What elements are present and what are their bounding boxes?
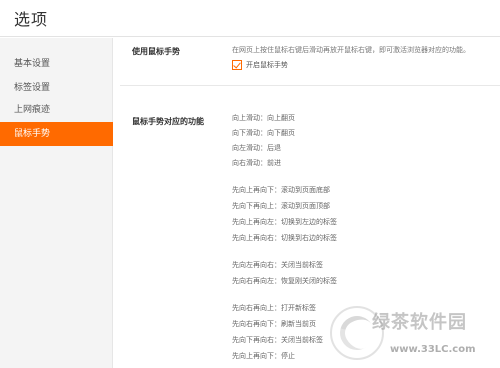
section-divider <box>120 85 500 86</box>
gesture-item: 先向上再向右：切换到右边的标签 <box>232 234 337 242</box>
page-title: 选项 <box>14 10 49 29</box>
gesture-item: 先向上再向下：停止 <box>232 352 295 360</box>
gesture-item: 向下滑动：向下翻页 <box>232 129 295 137</box>
gesture-item: 先向上再向下：滚动到页面底部 <box>232 186 330 194</box>
gesture-description: 在网页上按住鼠标右键后滑动再放开鼠标右键，即可激活浏览器对应的功能。 <box>232 46 470 54</box>
sidebar-item-history[interactable]: 上网痕迹 <box>0 98 113 122</box>
gesture-item: 向右滑动：前进 <box>232 159 281 167</box>
gesture-item: 先向右再向左：恢复刚关闭的标签 <box>232 277 337 285</box>
sidebar-item-mouse-gesture[interactable]: 鼠标手势 <box>0 122 113 146</box>
gesture-item: 先向右再向下：刷新当前页 <box>232 320 316 328</box>
enable-gesture-checkbox[interactable] <box>232 60 242 70</box>
gesture-item: 先向下再向右：关闭当前标签 <box>232 336 323 344</box>
sidebar-item-tabs[interactable]: 标签设置 <box>0 76 113 100</box>
gesture-item: 先向上再向左：切换到左边的标签 <box>232 218 337 226</box>
sidebar-item-basic[interactable]: 基本设置 <box>0 52 113 76</box>
sidebar: 基本设置 标签设置 上网痕迹 鼠标手势 <box>0 38 113 368</box>
gesture-item: 先向左再向右：关闭当前标签 <box>232 261 323 269</box>
gesture-item: 先向右再向上：打开新标签 <box>232 304 316 312</box>
gesture-item: 先向下再向上：滚动到页面顶部 <box>232 202 330 210</box>
section-label-use-gesture: 使用鼠标手势 <box>132 47 180 56</box>
enable-gesture-label[interactable]: 开启鼠标手势 <box>246 60 288 70</box>
gesture-item: 向左滑动：后退 <box>232 144 281 152</box>
settings-panel: 使用鼠标手势 在网页上按住鼠标右键后滑动再放开鼠标右键，即可激活浏览器对应的功能… <box>114 38 500 368</box>
gesture-item: 向上滑动：向上翻页 <box>232 114 295 122</box>
window-header: 选项 <box>0 0 500 37</box>
section-label-gesture-functions: 鼠标手势对应的功能 <box>132 117 204 126</box>
enable-gesture-row[interactable]: 开启鼠标手势 <box>232 59 288 71</box>
